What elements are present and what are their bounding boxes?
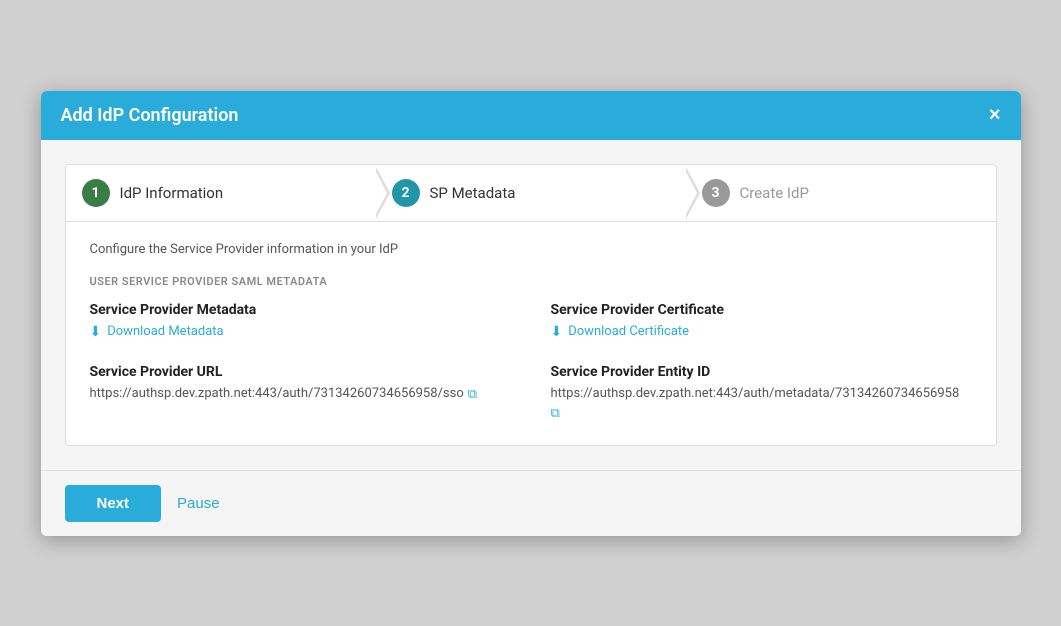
download-certificate-icon: ⬇: [551, 324, 563, 340]
wizard-steps: 1 IdP Information 2 SP Metadata 3 Create…: [66, 165, 996, 222]
wizard-description: Configure the Service Provider informati…: [90, 242, 972, 257]
step-number-1: 1: [82, 179, 110, 207]
close-button[interactable]: ×: [989, 105, 1001, 125]
step-number-2: 2: [392, 179, 420, 207]
modal-footer: Next Pause: [41, 470, 1021, 536]
wizard-content: Configure the Service Provider informati…: [66, 222, 996, 445]
step-label-2: SP Metadata: [430, 184, 516, 202]
download-metadata-link[interactable]: ⬇ Download Metadata: [90, 324, 511, 340]
copy-entity-id-icon[interactable]: ⧉: [551, 406, 560, 421]
step-label-1: IdP Information: [120, 184, 224, 202]
sp-url-text: https://authsp.dev.zpath.net:443/auth/73…: [90, 386, 464, 401]
wizard-step-idp-information[interactable]: 1 IdP Information: [66, 165, 376, 221]
modal-title: Add IdP Configuration: [61, 105, 239, 126]
next-button[interactable]: Next: [65, 485, 162, 522]
metadata-grid: Service Provider Metadata ⬇ Download Met…: [90, 302, 972, 421]
metadata-item-sp-url: Service Provider URL https://authsp.dev.…: [90, 364, 511, 421]
download-metadata-label: Download Metadata: [107, 324, 223, 339]
wizard-step-sp-metadata[interactable]: 2 SP Metadata: [376, 165, 686, 221]
modal-header: Add IdP Configuration ×: [41, 91, 1021, 140]
metadata-item-sp-entity-id: Service Provider Entity ID https://auths…: [551, 364, 972, 421]
download-metadata-icon: ⬇: [90, 324, 102, 340]
sp-url-title: Service Provider URL: [90, 364, 511, 380]
metadata-item-sp-metadata: Service Provider Metadata ⬇ Download Met…: [90, 302, 511, 340]
download-certificate-link[interactable]: ⬇ Download Certificate: [551, 324, 972, 340]
wizard-step-create-idp[interactable]: 3 Create IdP: [686, 165, 996, 221]
sp-entity-id-title: Service Provider Entity ID: [551, 364, 972, 380]
sp-certificate-title: Service Provider Certificate: [551, 302, 972, 318]
wizard-container: 1 IdP Information 2 SP Metadata 3 Create…: [65, 164, 997, 446]
pause-button[interactable]: Pause: [177, 495, 220, 512]
download-certificate-label: Download Certificate: [568, 324, 689, 339]
section-label: USER SERVICE PROVIDER SAML METADATA: [90, 275, 972, 288]
modal-body: 1 IdP Information 2 SP Metadata 3 Create…: [41, 140, 1021, 470]
add-idp-modal: Add IdP Configuration × 1 IdP Informatio…: [41, 91, 1021, 536]
sp-url-value: https://authsp.dev.zpath.net:443/auth/73…: [90, 386, 511, 402]
sp-entity-id-text: https://authsp.dev.zpath.net:443/auth/me…: [551, 386, 960, 401]
metadata-item-sp-certificate: Service Provider Certificate ⬇ Download …: [551, 302, 972, 340]
sp-metadata-title: Service Provider Metadata: [90, 302, 511, 318]
sp-entity-id-value: https://authsp.dev.zpath.net:443/auth/me…: [551, 386, 972, 421]
step-label-3: Create IdP: [740, 184, 809, 202]
step-number-3: 3: [702, 179, 730, 207]
copy-url-icon[interactable]: ⧉: [468, 387, 477, 402]
